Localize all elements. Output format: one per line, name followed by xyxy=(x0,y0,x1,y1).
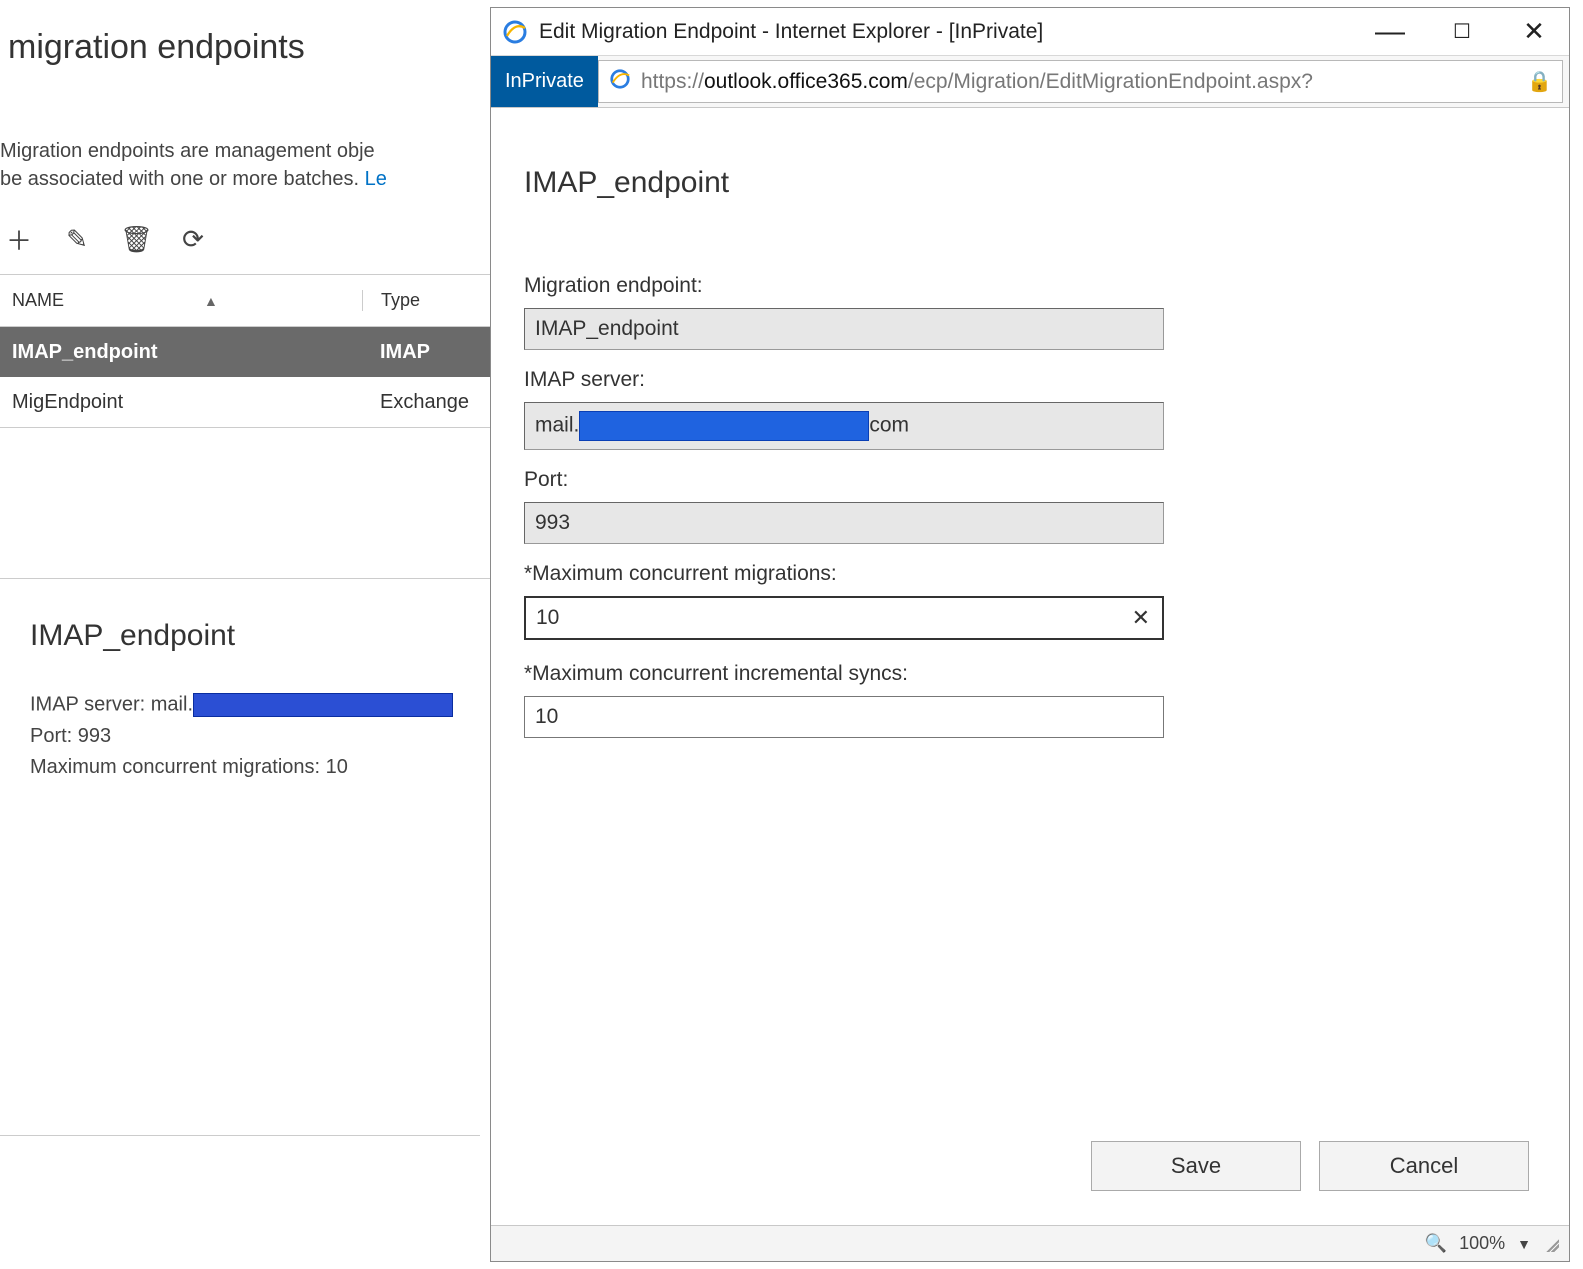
url-host: outlook.office365.com xyxy=(704,70,908,93)
clear-input-icon[interactable]: ✕ xyxy=(1132,605,1150,631)
max-syncs-label: *Maximum concurrent incremental syncs: xyxy=(524,662,1536,686)
row-name: IMAP_endpoint xyxy=(0,341,362,364)
row-name: MigEndpoint xyxy=(0,391,362,414)
close-button[interactable]: ✕ xyxy=(1517,16,1551,47)
window-controls: — ☐ ✕ xyxy=(1373,16,1561,47)
learn-more-link[interactable]: Le xyxy=(365,168,387,190)
zoom-icon[interactable]: 🔍 xyxy=(1425,1233,1447,1254)
minimize-button[interactable]: — xyxy=(1373,29,1407,35)
save-button[interactable]: Save xyxy=(1091,1141,1301,1191)
resize-grip-icon[interactable] xyxy=(1543,1236,1559,1252)
max-syncs-input[interactable]: 10 xyxy=(524,696,1164,738)
ie-logo-small-icon xyxy=(609,68,631,95)
dialog-body: IMAP_endpoint Migration endpoint: IMAP_e… xyxy=(491,108,1569,1261)
max-migrations-label: *Maximum concurrent migrations: xyxy=(524,562,1536,586)
dialog-buttons: Save Cancel xyxy=(1091,1141,1529,1191)
lock-icon: 🔒 xyxy=(1527,69,1552,94)
max-migrations-input[interactable]: 10 ✕ xyxy=(524,596,1164,640)
inprivate-badge: InPrivate xyxy=(491,56,598,107)
details-server-label: IMAP server: mail. xyxy=(30,693,193,715)
zoom-level: 100% xyxy=(1459,1233,1505,1254)
imap-server-label: IMAP server: xyxy=(524,368,1536,392)
url-scheme: https:// xyxy=(641,70,704,93)
delete-icon[interactable]: 🗑 xyxy=(120,224,150,255)
port-field: 993 xyxy=(524,502,1164,544)
sort-asc-icon: ▲ xyxy=(204,293,218,309)
url-box[interactable]: https://outlook.office365.com/ecp/Migrat… xyxy=(598,60,1563,103)
desc-line1: Migration endpoints are management obje xyxy=(0,140,375,162)
status-bar: 🔍 100% ▼ xyxy=(491,1225,1569,1261)
redacted-block xyxy=(579,411,869,441)
cancel-button[interactable]: Cancel xyxy=(1319,1141,1529,1191)
url-path: /ecp/Migration/EditMigrationEndpoint.asp… xyxy=(908,70,1313,93)
refresh-icon[interactable]: ⟳ xyxy=(178,224,208,255)
max-migrations-value: 10 xyxy=(536,606,559,629)
endpoint-field: IMAP_endpoint xyxy=(524,308,1164,350)
edit-icon[interactable]: ✎ xyxy=(62,224,92,255)
ie-popup-window: Edit Migration Endpoint - Internet Explo… xyxy=(490,7,1570,1262)
port-label: Port: xyxy=(524,468,1536,492)
window-title: Edit Migration Endpoint - Internet Explo… xyxy=(539,20,1373,44)
dialog-heading: IMAP_endpoint xyxy=(524,166,1536,200)
endpoint-label: Migration endpoint: xyxy=(524,274,1536,298)
add-icon[interactable]: ＋ xyxy=(4,221,34,258)
url-text: https://outlook.office365.com/ecp/Migrat… xyxy=(641,70,1313,94)
redacted-block xyxy=(193,693,453,717)
imap-server-field: mail. com xyxy=(524,402,1164,450)
address-bar: InPrivate https://outlook.office365.com/… xyxy=(491,56,1569,108)
window-titlebar[interactable]: Edit Migration Endpoint - Internet Explo… xyxy=(491,8,1569,56)
divider xyxy=(0,1135,480,1136)
col-name-label: NAME xyxy=(12,290,64,311)
desc-line2: be associated with one or more batches. xyxy=(0,168,365,190)
imap-prefix: mail. xyxy=(535,414,579,437)
max-syncs-value: 10 xyxy=(535,705,558,728)
zoom-dropdown-icon[interactable]: ▼ xyxy=(1517,1236,1531,1252)
imap-suffix: com xyxy=(869,414,909,437)
ie-logo-icon xyxy=(501,18,529,46)
maximize-button[interactable]: ☐ xyxy=(1445,19,1479,44)
col-name-header[interactable]: NAME ▲ xyxy=(0,290,362,311)
